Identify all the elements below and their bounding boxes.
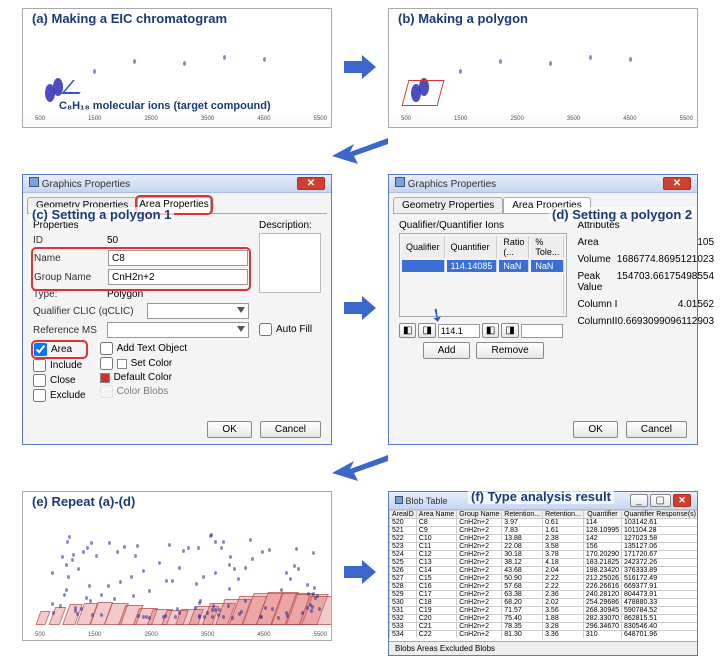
table-row[interactable]: 529C17CnH2n+263.382.36240.28120804473.91 — [390, 591, 698, 599]
attr-row: Column I4.01562 — [577, 299, 714, 310]
panel-f-label: (f) Type analysis result — [468, 489, 614, 504]
dialog-c: Graphics Properties ✕ Geometry Propertie… — [22, 174, 332, 445]
panel-f-wrap: (f) Type analysis result Blob Table _ ▢ … — [388, 491, 698, 656]
ok-button[interactable]: OK — [207, 421, 251, 438]
quantifier-table: Qualifier Quantifier Ratio (... % Tole..… — [399, 233, 567, 317]
attr-row: Peak Value154703.66175498554 — [577, 271, 714, 293]
id-label: ID — [33, 235, 103, 246]
remove-button[interactable]: Remove — [476, 342, 543, 359]
description-label: Description: — [259, 220, 321, 231]
table-row[interactable]: 533C21CnH2n+278.353.28296.34670830546.40 — [390, 623, 698, 631]
close-icon[interactable]: ✕ — [663, 177, 691, 190]
result-bottom-tabs[interactable]: Blobs Areas Excluded Blobs — [389, 641, 697, 655]
arrow-c-to-d — [342, 294, 378, 325]
table-row[interactable]: 520C8CnH2n+23.970.61114103142.61 — [390, 519, 698, 527]
autofill-check[interactable] — [259, 323, 272, 336]
addtext-check[interactable] — [100, 342, 113, 355]
attr-row: Area105 — [577, 237, 714, 248]
dialog-d-title: Graphics Properties — [408, 179, 496, 190]
result-col[interactable]: Quantifier — [583, 511, 621, 519]
name-input[interactable] — [108, 250, 248, 266]
quant-input[interactable] — [438, 324, 480, 338]
app-icon — [29, 177, 39, 187]
tool-icon[interactable]: ◨ — [501, 323, 518, 338]
eic-plot-a: C₈H₁₈ molecular ions (target compound) 5… — [23, 9, 331, 124]
close-icon[interactable]: ✕ — [297, 177, 325, 190]
app-icon — [395, 177, 405, 187]
exclude-check[interactable] — [33, 389, 46, 402]
cancel-button[interactable]: Cancel — [626, 421, 687, 438]
panel-b-label: (b) Making a polygon — [395, 11, 531, 26]
arrow-a-to-b — [342, 53, 378, 84]
add-button[interactable]: Add — [423, 342, 471, 359]
area-check[interactable] — [34, 343, 47, 356]
panel-a-label: (a) Making a EIC chromatogram — [29, 11, 230, 26]
result-col[interactable]: Retention... — [543, 511, 584, 519]
result-col[interactable]: AreaID — [390, 511, 417, 519]
attr-row: Volume1686774.8695121023 — [577, 254, 714, 265]
result-col[interactable]: Group Name — [457, 511, 502, 519]
id-value: 50 — [107, 235, 118, 246]
panel-e-label: (e) Repeat (a)-(d) — [29, 494, 138, 509]
tool-icon[interactable]: ◧ — [399, 323, 416, 338]
type-value: Polygon — [107, 289, 143, 300]
eic-plot-b: 50015002500350045005500 — [389, 9, 697, 124]
result-table: AreaIDArea NameGroup NameRetention...Ret… — [389, 510, 697, 638]
table-row[interactable]: 531C19CnH2n+271.573.56268.30945590784.52 — [390, 607, 698, 615]
tab-geometry-d[interactable]: Geometry Properties — [393, 197, 503, 213]
group-input[interactable] — [108, 269, 248, 285]
group-label: Group Name — [34, 272, 104, 283]
table-row[interactable]: 527C15CnH2n+250.902.22212.25026516172.49 — [390, 575, 698, 583]
qclic-select[interactable] — [147, 303, 249, 319]
cancel-button[interactable]: Cancel — [260, 421, 321, 438]
result-col[interactable]: Area Name — [416, 511, 456, 519]
result-col[interactable]: Retention... — [502, 511, 543, 519]
qclic-label: Qualifier CLIC (qCLIC) — [33, 306, 143, 317]
close-icon[interactable]: ✕ — [673, 494, 691, 507]
table-row[interactable]: 526C14CnH2n+243.682.04198.23420376333.89 — [390, 567, 698, 575]
app-icon — [395, 496, 403, 504]
panel-b: (b) Making a polygon 5001500250035004500… — [388, 8, 698, 128]
quant-input-2[interactable] — [521, 324, 563, 338]
quantifier-row[interactable]: 114.14085 NaN NaN — [402, 260, 564, 272]
dialog-c-title: Graphics Properties — [42, 179, 130, 190]
result-window: Blob Table _ ▢ ✕ AreaIDArea NameGroup Na… — [388, 491, 698, 656]
target-annotation: C₈H₁₈ molecular ions (target compound) — [59, 100, 271, 112]
table-row[interactable]: 532C20CnH2n+275.401.88282.33070862815.51 — [390, 615, 698, 623]
attr-row: ColumnII0.6693099096112903 — [577, 316, 714, 327]
table-row[interactable]: 528C16CnH2n+257.682.22226.26616669377.91 — [390, 583, 698, 591]
table-row[interactable]: 534C22CnH2n+281.303.36310648701.96 — [390, 631, 698, 639]
description-box[interactable] — [259, 233, 321, 293]
max-icon[interactable]: ▢ — [650, 494, 671, 507]
table-row[interactable]: 521C9CnH2n+27.831.61128.10995101104.28 — [390, 527, 698, 535]
type-label: Type: — [33, 289, 103, 300]
panel-c-label: (c) Setting a polygon 1 — [29, 207, 174, 222]
setcolor-check[interactable] — [100, 357, 113, 370]
table-row[interactable]: 523C11CnH2n+222.083.58156135127.06 — [390, 543, 698, 551]
refms-label: Reference MS — [33, 325, 103, 336]
table-row[interactable]: 522C10CnH2n+213.882.38142127023.58 — [390, 535, 698, 543]
result-col[interactable]: Quantifier Response(s) — [622, 511, 698, 519]
panel-d-label: (d) Setting a polygon 2 — [549, 207, 695, 222]
arrow-e-to-f — [342, 558, 378, 589]
panel-a: (a) Making a EIC chromatogram C₈H₁₈ mole… — [22, 8, 332, 128]
panel-e: (e) Repeat (a)-(d) 500150025003500450055… — [22, 491, 332, 641]
dialog-d: Graphics Properties ✕ Geometry Propertie… — [388, 174, 698, 445]
table-row[interactable]: 530C18CnH2n+268.202.02254.29686478880.33 — [390, 599, 698, 607]
ok-button[interactable]: OK — [573, 421, 617, 438]
result-title: Blob Table — [406, 496, 448, 506]
close-check[interactable] — [33, 374, 46, 387]
colorblobs-check — [100, 385, 113, 398]
include-check[interactable] — [33, 359, 46, 372]
table-row[interactable]: 525C13CnH2n+238.124.18183.21825242372.26 — [390, 559, 698, 567]
arrow-d-to-e — [22, 455, 698, 481]
tool-icon[interactable]: ◧ — [482, 323, 499, 338]
arrow-b-to-c — [22, 138, 698, 164]
table-row[interactable]: 524C12CnH2n+230.183.78170.20290171720.67 — [390, 551, 698, 559]
quant-header: Qualifier/Quantifier Ions — [399, 220, 567, 231]
min-icon[interactable]: _ — [630, 494, 648, 507]
refms-select[interactable] — [107, 322, 249, 338]
name-label: Name — [34, 253, 104, 264]
